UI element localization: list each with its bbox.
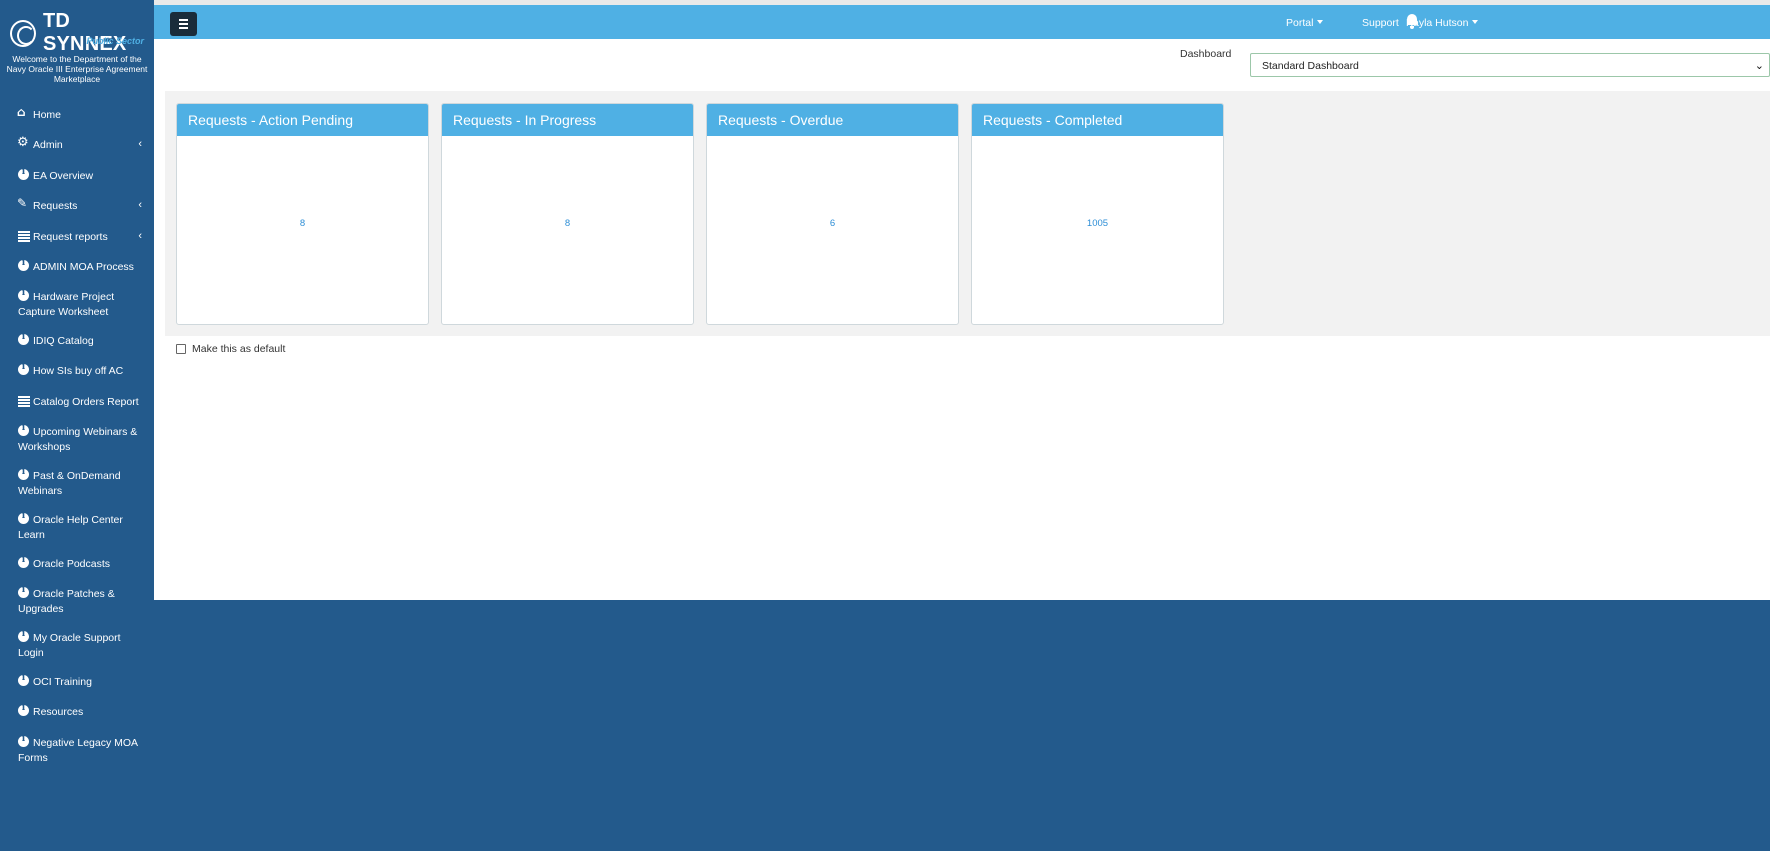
sidebar-item-label: Oracle Patches & Upgrades (18, 588, 115, 615)
card-count[interactable]: 1005 (972, 218, 1223, 229)
sidebar-item-label: Catalog Orders Report (33, 396, 139, 408)
user-menu[interactable]: Kayla Hutson (1406, 17, 1479, 29)
dashboard-label: Dashboard (1180, 48, 1232, 60)
dashboard-card[interactable]: Requests - Action Pending 8 (176, 103, 429, 325)
sidebar-item-resources[interactable]: Resources (0, 701, 154, 732)
synnex-logo-icon (10, 19, 36, 47)
sidebar-item-request-reports[interactable]: Request reports ‹ (0, 226, 154, 256)
portal-menu-label: Portal (1286, 17, 1314, 29)
brand-tagline: Public Sector (86, 36, 144, 46)
gear-icon (17, 135, 29, 150)
sidebar-item-oci-training[interactable]: OCI Training (0, 671, 154, 701)
user-name: Kayla Hutson (1406, 17, 1469, 29)
info-icon (18, 629, 29, 642)
sidebar-item-my-oracle-support-login[interactable]: My Oracle Support Login (0, 627, 154, 671)
sidebar-item-label: EA Overview (33, 170, 94, 182)
sidebar-item-label: Oracle Help Center Learn (18, 514, 123, 541)
card-title: Requests - Action Pending (177, 104, 428, 136)
sidebar-item-label: Upcoming Webinars & Workshops (18, 426, 138, 453)
info-icon (18, 332, 29, 345)
info-icon (18, 585, 29, 598)
sidebar-item-catalog-orders-report[interactable]: Catalog Orders Report (0, 391, 154, 421)
info-icon (18, 288, 29, 301)
make-default-label[interactable]: Make this as default (192, 343, 285, 355)
sidebar-item-label: Resources (33, 706, 84, 718)
info-icon (18, 555, 29, 568)
card-count[interactable]: 8 (442, 218, 693, 229)
sidebar-nav: HomeAdmin‹EA OverviewRequests‹Request re… (0, 104, 154, 776)
info-icon (18, 511, 29, 524)
top-navbar: Portal Support Kayla Hutson (154, 5, 1770, 39)
welcome-message: Welcome to the Department of the Navy Or… (6, 54, 148, 84)
sidebar-item-idiq-catalog[interactable]: IDIQ Catalog (0, 330, 154, 360)
caret-down-icon (1472, 20, 1479, 24)
dashboard-card[interactable]: Requests - In Progress 8 (441, 103, 694, 325)
sidebar-item-label: Home (33, 109, 62, 121)
info-icon (18, 673, 29, 686)
make-default-row: Make this as default (176, 343, 285, 355)
portal-menu[interactable]: Portal (1286, 17, 1324, 29)
menu-toggle-button[interactable] (170, 12, 197, 36)
card-title: Requests - Overdue (707, 104, 958, 136)
sidebar-item-how-sis-buy-off-ac[interactable]: How SIs buy off AC (0, 360, 154, 391)
sidebar: TD SYNNEX Public Sector Welcome to the D… (0, 0, 154, 851)
chevron-left-icon[interactable]: ‹ (138, 229, 142, 244)
sidebar-item-admin-moa-process[interactable]: ADMIN MOA Process (0, 256, 154, 286)
info-icon (18, 423, 29, 436)
sidebar-item-label: ADMIN MOA Process (33, 261, 134, 273)
chevron-left-icon[interactable]: ‹ (138, 198, 142, 213)
sidebar-item-label: Hardware Project Capture Worksheet (18, 291, 115, 318)
brand-name: TD SYNNEX (42, 10, 127, 55)
list-icon (18, 230, 30, 241)
sidebar-item-oracle-patches-upgrades[interactable]: Oracle Patches & Upgrades (0, 583, 154, 627)
dashboard-cards-panel: Requests - Action Pending 8 Requests - In … (165, 91, 1770, 336)
page-footer-band (154, 600, 1770, 851)
info-icon (18, 467, 29, 480)
info-icon (18, 258, 29, 271)
edit-icon (17, 196, 29, 210)
sidebar-item-upcoming-webinars-workshops[interactable]: Upcoming Webinars & Workshops (0, 421, 154, 465)
support-link[interactable]: Support (1362, 17, 1399, 29)
list-icon (18, 395, 30, 406)
sidebar-item-hardware-project-capture-worksheet[interactable]: Hardware Project Capture Worksheet (0, 286, 154, 330)
sidebar-item-past-ondemand-webinars[interactable]: Past & OnDemand Webinars (0, 465, 154, 509)
info-icon (18, 703, 29, 716)
card-count[interactable]: 6 (707, 218, 958, 229)
card-count[interactable]: 8 (177, 218, 428, 229)
dashboard-select[interactable]: Standard Dashboard ⌄ (1250, 53, 1770, 77)
info-icon (18, 167, 29, 180)
sidebar-item-oracle-help-center-learn[interactable]: Oracle Help Center Learn (0, 509, 154, 553)
sidebar-item-ea-overview[interactable]: EA Overview (0, 165, 154, 195)
brand-logo[interactable]: TD SYNNEX (10, 10, 154, 56)
sidebar-item-negative-legacy-moa-forms[interactable]: Negative Legacy MOA Forms (0, 732, 154, 776)
sidebar-item-label: My Oracle Support Login (18, 632, 121, 659)
info-icon (18, 362, 29, 375)
sidebar-item-label: Admin (33, 139, 63, 151)
sidebar-item-label: OCI Training (33, 676, 92, 688)
sidebar-item-label: Oracle Podcasts (33, 558, 111, 570)
sidebar-item-label: IDIQ Catalog (33, 335, 94, 347)
dashboard-card[interactable]: Requests - Completed 1005 (971, 103, 1224, 325)
sidebar-item-label: Request reports (33, 231, 108, 243)
sidebar-item-admin[interactable]: Admin ‹ (0, 134, 154, 165)
sidebar-item-label: How SIs buy off AC (33, 365, 124, 377)
chevron-left-icon[interactable]: ‹ (138, 137, 142, 152)
sidebar-item-home[interactable]: Home (0, 104, 154, 134)
card-title: Requests - In Progress (442, 104, 693, 136)
caret-down-icon (1317, 20, 1324, 24)
dashboard-card[interactable]: Requests - Overdue 6 (706, 103, 959, 325)
chevron-down-icon: ⌄ (1754, 60, 1764, 72)
make-default-checkbox[interactable] (176, 344, 186, 354)
sidebar-item-requests[interactable]: Requests ‹ (0, 195, 154, 226)
sidebar-item-label: Negative Legacy MOA Forms (18, 737, 138, 764)
sidebar-item-label: Requests (33, 200, 78, 212)
sidebar-item-oracle-podcasts[interactable]: Oracle Podcasts (0, 553, 154, 583)
sidebar-item-label: Past & OnDemand Webinars (18, 470, 121, 497)
card-title: Requests - Completed (972, 104, 1223, 136)
dashboard-select-value: Standard Dashboard (1262, 60, 1359, 72)
info-icon (18, 734, 29, 747)
home-icon (17, 105, 29, 119)
